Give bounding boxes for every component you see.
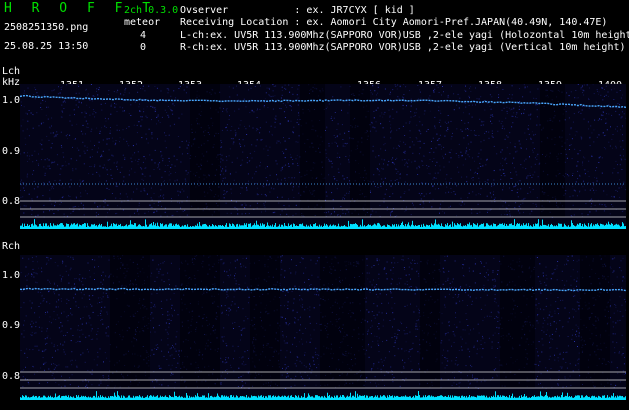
- lch-ytick-0-8: 0.8: [2, 196, 21, 207]
- lch-config-line: L-ch:ex. UV5R 113.900Mhz(SAPPORO VOR)USB…: [180, 30, 629, 41]
- lch-spectrogram: [20, 84, 626, 229]
- lch-ytick-0-9: 0.9: [2, 146, 21, 157]
- observer-line: Ovserver : ex. JR7CYX [ kid ]: [180, 5, 415, 16]
- lch-meteor-count: 4: [140, 30, 147, 41]
- lch-unit-label: kHz: [2, 77, 21, 88]
- filename-label: 2508251350.png: [4, 22, 89, 33]
- rch-ytick-0-9: 0.9: [2, 320, 21, 331]
- lch-channel-label: Lch: [2, 66, 21, 77]
- meteor-label: meteor: [124, 17, 161, 28]
- datetime-label: 25.08.25 13:50: [4, 41, 89, 52]
- rch-ytick-1-0: 1.0: [2, 270, 21, 281]
- rch-meteor-count: 0: [140, 42, 147, 53]
- lch-spectrogram-canvas: [20, 84, 626, 229]
- mode-label: 2ch 0.3.0: [124, 5, 179, 16]
- rch-ytick-0-8: 0.8: [2, 371, 21, 382]
- location-line: Receiving Location : ex. Aomori City Aom…: [180, 17, 608, 28]
- rch-channel-label: Rch: [2, 241, 21, 252]
- rch-config-line: R-ch:ex. UV5R 113.900Mhz(SAPPORO VOR)USB…: [180, 42, 626, 53]
- rch-spectrogram: [20, 255, 626, 400]
- lch-ytick-1-0: 1.0: [2, 95, 21, 106]
- rch-spectrogram-canvas: [20, 255, 626, 400]
